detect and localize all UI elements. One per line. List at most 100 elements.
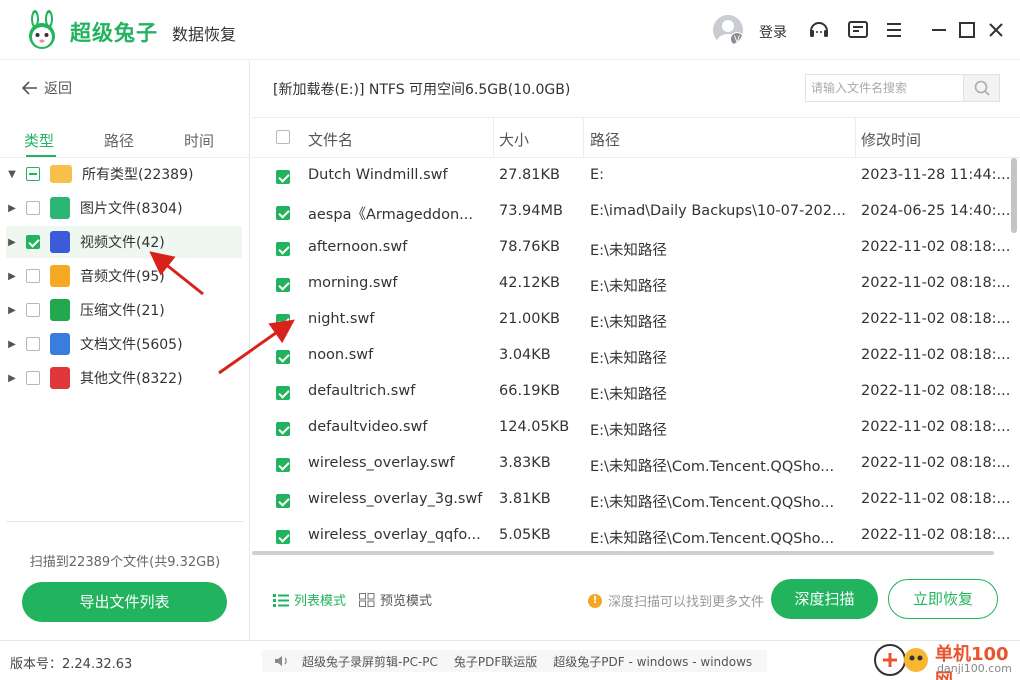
promo-link[interactable]: 超级兔子录屏剪辑-PC-PC bbox=[302, 653, 438, 670]
back-label: 返回 bbox=[44, 81, 72, 97]
feedback-icon[interactable] bbox=[846, 18, 870, 42]
cell-size: 21.00KB bbox=[499, 311, 560, 327]
vip-badge: V bbox=[730, 32, 743, 45]
cell-name: night.swf bbox=[308, 311, 375, 327]
cell-time: 2023-11-28 11:44:... bbox=[861, 167, 1011, 183]
tree-item[interactable]: ▶ 文档文件(5605) bbox=[6, 328, 242, 360]
select-all-checkbox[interactable] bbox=[276, 130, 290, 144]
login-link[interactable]: 登录 bbox=[759, 22, 787, 42]
preview-mode-button[interactable]: 预览模式 bbox=[359, 590, 432, 609]
cell-size: 3.81KB bbox=[499, 491, 551, 507]
horizontal-scrollbar[interactable] bbox=[252, 551, 994, 555]
cell-path: E: bbox=[590, 167, 605, 183]
row-checkbox[interactable] bbox=[276, 458, 290, 472]
recover-now-button[interactable]: 立即恢复 bbox=[888, 579, 998, 619]
deep-scan-hint: ! 深度扫描可以找到更多文件 bbox=[588, 591, 764, 610]
column-header-size[interactable]: 大小 bbox=[499, 129, 529, 150]
row-checkbox[interactable] bbox=[276, 314, 290, 328]
export-file-list-button[interactable]: 导出文件列表 bbox=[22, 582, 227, 622]
close-icon[interactable] bbox=[984, 18, 1008, 42]
table-row[interactable]: defaultrich.swf 66.19KB E:\未知路径 2022-11-02 … bbox=[252, 375, 1020, 411]
search-input[interactable] bbox=[806, 75, 964, 101]
table-row[interactable]: wireless_overlay_3g.swf 3.81KB E:\未知路径\Com… bbox=[252, 483, 1020, 519]
caret-down-icon[interactable]: ▼ bbox=[6, 169, 18, 180]
tab-type[interactable]: 类型 bbox=[24, 130, 54, 151]
cell-path: E:\未知路径 bbox=[590, 387, 667, 403]
menu-icon[interactable] bbox=[882, 18, 906, 42]
brand-name: 超级兔子 bbox=[70, 21, 158, 45]
tree-item-checkbox[interactable] bbox=[26, 371, 40, 385]
table-row[interactable]: morning.swf 42.12KB E:\未知路径 2022-11-02 08:1… bbox=[252, 267, 1020, 303]
tree-item[interactable]: ▶ 图片文件(8304) bbox=[6, 192, 242, 224]
caret-right-icon[interactable]: ▶ bbox=[6, 271, 18, 282]
caret-right-icon[interactable]: ▶ bbox=[6, 237, 18, 248]
table-row[interactable]: noon.swf 3.04KB E:\未知路径 2022-11-02 08:18:..… bbox=[252, 339, 1020, 375]
column-divider[interactable] bbox=[493, 118, 494, 158]
table-row[interactable]: night.swf 21.00KB E:\未知路径 2022-11-02 08:18:… bbox=[252, 303, 1020, 339]
table-row[interactable]: defaultvideo.swf 124.05KB E:\未知路径 2022-11-0… bbox=[252, 411, 1020, 447]
row-checkbox[interactable] bbox=[276, 386, 290, 400]
caret-right-icon[interactable]: ▶ bbox=[6, 339, 18, 350]
tree-item-checkbox[interactable] bbox=[26, 269, 40, 283]
row-checkbox[interactable] bbox=[276, 494, 290, 508]
tab-path[interactable]: 路径 bbox=[104, 130, 134, 151]
deep-scan-button[interactable]: 深度扫描 bbox=[771, 579, 878, 619]
row-checkbox[interactable] bbox=[276, 350, 290, 364]
table-row[interactable]: aespa《Armageddon... 73.94MB E:\imad\Daily … bbox=[252, 195, 1020, 231]
avatar[interactable]: V bbox=[713, 15, 743, 45]
row-checkbox[interactable] bbox=[276, 530, 290, 544]
cell-name: wireless_overlay_3g.swf bbox=[308, 491, 483, 507]
promo-link[interactable]: 超级兔子PDF - windows - windows bbox=[553, 653, 752, 670]
list-mode-label: 列表模式 bbox=[294, 594, 347, 609]
hint-text: 深度扫描可以找到更多文件 bbox=[608, 595, 765, 610]
minimize-icon[interactable] bbox=[927, 18, 951, 42]
row-checkbox[interactable] bbox=[276, 422, 290, 436]
tree-item-checkbox[interactable] bbox=[26, 337, 40, 351]
table-row[interactable]: afternoon.swf 78.76KB E:\未知路径 2022-11-02 08… bbox=[252, 231, 1020, 267]
caret-right-icon[interactable]: ▶ bbox=[6, 203, 18, 214]
scan-summary: 扫描到22389个文件(共9.32GB) bbox=[29, 555, 221, 570]
grid-view-icon bbox=[359, 592, 375, 607]
maximize-icon[interactable] bbox=[955, 18, 979, 42]
tree-item[interactable]: ▼ 所有类型(22389) bbox=[6, 158, 242, 190]
cell-time: 2022-11-02 08:18:... bbox=[861, 527, 1011, 543]
row-checkbox[interactable] bbox=[276, 242, 290, 256]
tab-time[interactable]: 时间 bbox=[184, 130, 214, 151]
tree-item[interactable]: ▶ 音频文件(95) bbox=[6, 260, 242, 292]
rabbit-logo-icon bbox=[29, 10, 55, 49]
column-header-name[interactable]: 文件名 bbox=[308, 129, 353, 150]
caret-right-icon[interactable]: ▶ bbox=[6, 373, 18, 384]
customer-service-icon[interactable] bbox=[807, 18, 831, 42]
table-row[interactable]: wireless_overlay.swf 3.83KB E:\未知路径\Com.Te… bbox=[252, 447, 1020, 483]
column-header-path[interactable]: 路径 bbox=[590, 129, 620, 150]
tree-item-checkbox[interactable] bbox=[26, 303, 40, 317]
caret-right-icon[interactable]: ▶ bbox=[6, 305, 18, 316]
cell-path: E:\未知路径\Com.Tencent.QQSho... bbox=[590, 459, 835, 475]
tree-item[interactable]: ▶ 其他文件(8322) bbox=[6, 362, 242, 394]
cell-name: afternoon.swf bbox=[308, 239, 408, 255]
promo-link[interactable]: 兔子PDF联运版 bbox=[454, 653, 537, 670]
row-checkbox[interactable] bbox=[276, 206, 290, 220]
list-mode-button[interactable]: 列表模式 bbox=[273, 590, 346, 609]
left-panel: 返回 类型 路径 时间 ▼ 所有类型(22389) ▶ 图片文件(8304) ▶ 视频文件… bbox=[0, 61, 250, 640]
divider bbox=[6, 521, 244, 522]
column-divider[interactable] bbox=[583, 118, 584, 158]
search-button[interactable] bbox=[963, 75, 999, 101]
table-row[interactable]: Dutch Windmill.swf 27.81KB E: 2023-11-28 11… bbox=[252, 159, 1020, 195]
tree-item-checkbox[interactable] bbox=[26, 235, 40, 249]
vertical-scrollbar[interactable] bbox=[1011, 158, 1017, 233]
tree-item-checkbox[interactable] bbox=[26, 167, 40, 181]
tree-item[interactable]: ▶ 压缩文件(21) bbox=[6, 294, 242, 326]
column-divider[interactable] bbox=[855, 118, 856, 158]
cell-size: 42.12KB bbox=[499, 275, 560, 291]
row-checkbox[interactable] bbox=[276, 170, 290, 184]
tree-item-checkbox[interactable] bbox=[26, 201, 40, 215]
document-file-icon bbox=[50, 333, 70, 355]
table-row[interactable]: wireless_overlay_qqfo... 5.05KB E:\未知路径\Co… bbox=[252, 519, 1020, 555]
warning-icon: ! bbox=[588, 593, 602, 608]
row-checkbox[interactable] bbox=[276, 278, 290, 292]
filter-tabs: 类型 路径 时间 bbox=[0, 125, 250, 159]
column-header-modified[interactable]: 修改时间 bbox=[861, 129, 921, 150]
back-button[interactable]: 返回 bbox=[22, 78, 72, 98]
tree-item[interactable]: ▶ 视频文件(42) bbox=[6, 226, 242, 258]
